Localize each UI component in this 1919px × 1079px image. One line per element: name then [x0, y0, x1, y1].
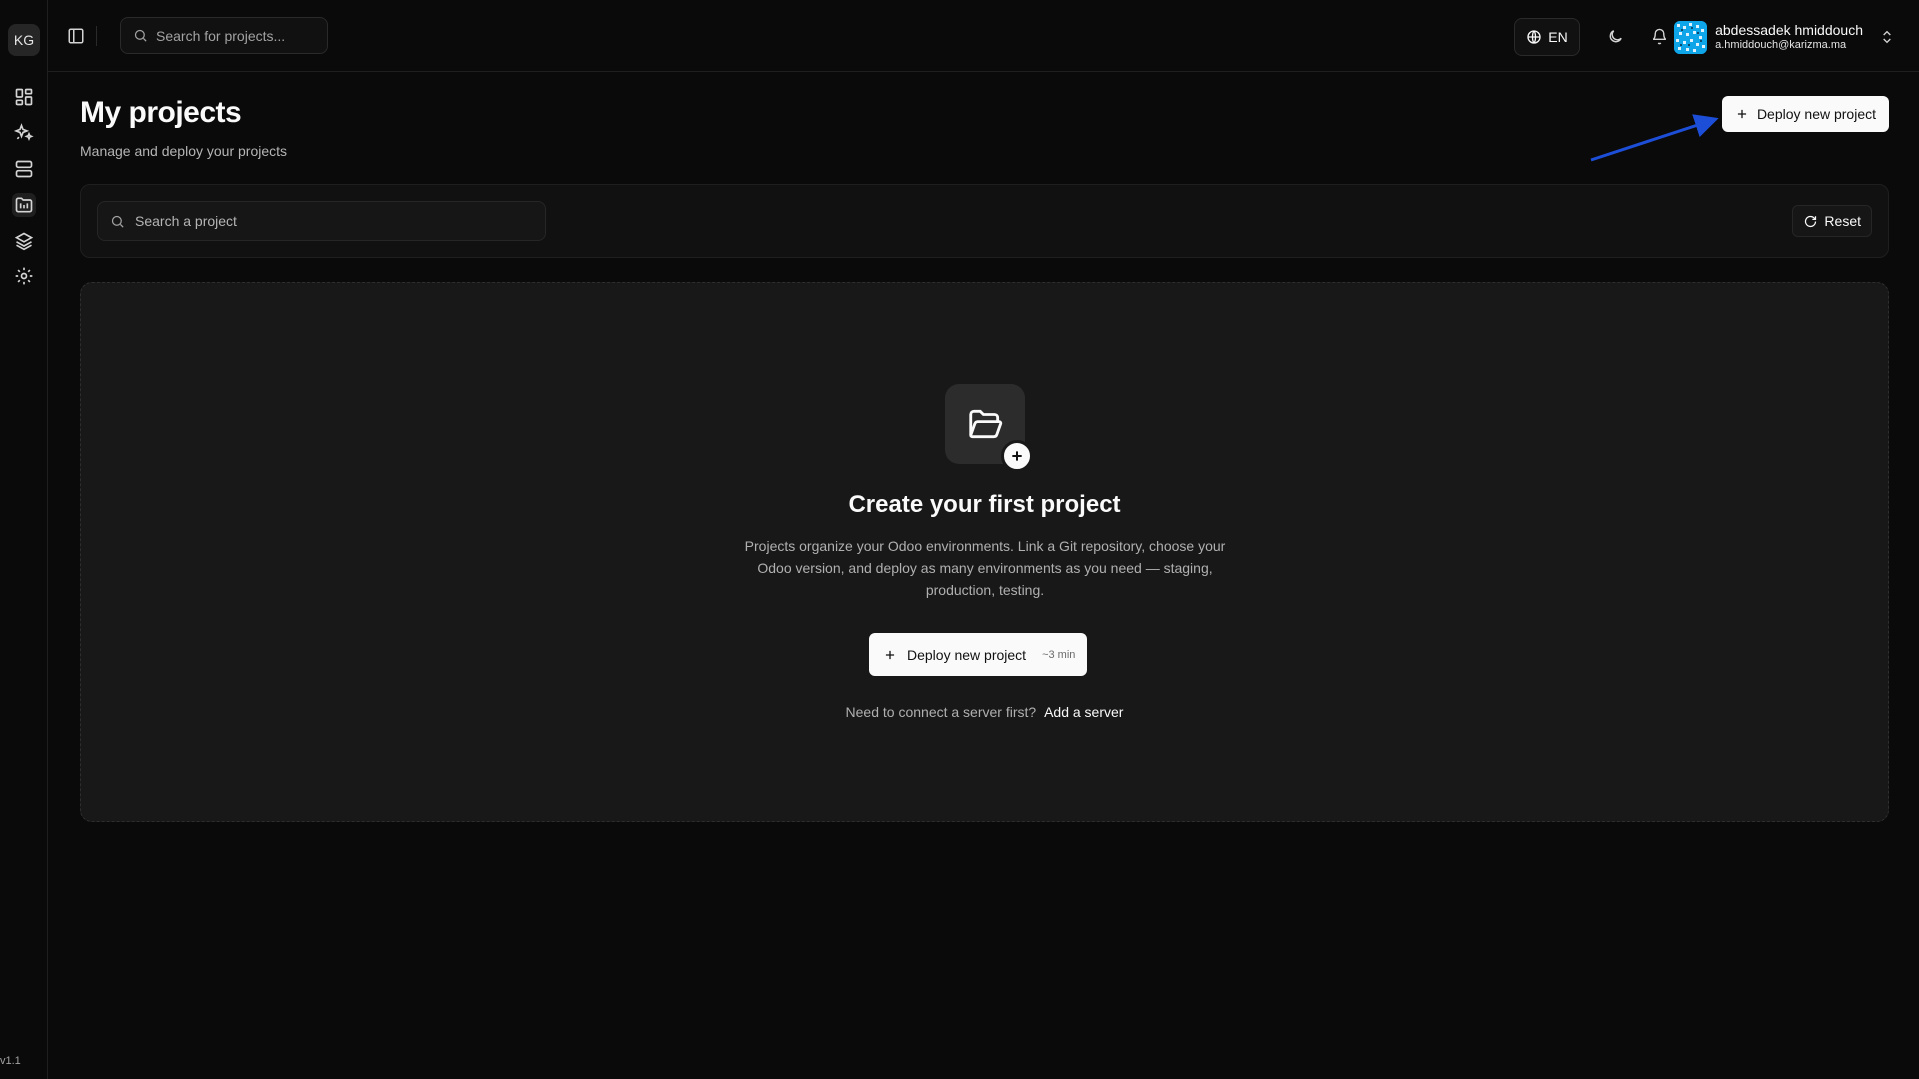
server-prompt-text: Need to connect a server first? — [845, 704, 1037, 720]
deploy-new-project-cta[interactable]: Deploy new project ~3 min — [869, 633, 1088, 676]
plus-icon — [885, 650, 895, 659]
search-icon — [134, 29, 147, 42]
settings-icon[interactable] — [12, 264, 36, 288]
deploy-eta: ~3 min — [1042, 648, 1076, 661]
plus-badge-icon — [1001, 440, 1033, 472]
bell-icon[interactable] — [1647, 24, 1671, 48]
sidebar-toggle-icon[interactable] — [64, 24, 88, 48]
empty-state-title: Create your first project — [848, 491, 1121, 518]
topbar: EN — [48, 0, 1919, 72]
reset-button[interactable]: Reset — [1792, 205, 1872, 237]
user-menu[interactable]: abdessadek hmiddouch a.hmiddouch@karizma… — [1674, 18, 1895, 56]
project-search[interactable] — [97, 201, 546, 241]
globe-icon — [1527, 30, 1541, 44]
moon-icon[interactable] — [1603, 24, 1627, 48]
plus-icon — [1737, 109, 1747, 119]
search-icon — [111, 215, 124, 228]
server-icon[interactable] — [12, 157, 36, 181]
user-name: abdessadek hmiddouch — [1715, 22, 1863, 38]
global-search[interactable] — [120, 17, 328, 54]
language-button[interactable]: EN — [1514, 18, 1580, 56]
add-server-link[interactable]: Add a server — [1044, 704, 1123, 720]
sidebar: KG v1.1 — [0, 0, 48, 1079]
server-prompt: Need to connect a server first? Add a se… — [81, 704, 1888, 720]
user-email: a.hmiddouch@karizma.ma — [1715, 38, 1847, 51]
deploy-button-label: Deploy new project — [1756, 106, 1876, 122]
refresh-icon — [1805, 215, 1817, 227]
app-root: KG v1.1 EN — [0, 0, 1919, 1079]
reset-label: Reset — [1824, 213, 1861, 229]
project-search-input[interactable] — [135, 213, 535, 229]
empty-state: Create your first project Projects organ… — [80, 282, 1889, 822]
page-title: My projects — [80, 96, 242, 129]
chevrons-up-down-icon — [1883, 30, 1891, 44]
dashboard-icon[interactable] — [12, 85, 36, 109]
divider — [96, 26, 97, 46]
filter-bar: Reset — [80, 184, 1889, 258]
projects-icon[interactable] — [12, 193, 36, 217]
annotation-arrow — [1590, 114, 1719, 162]
deploy-new-project-button[interactable]: Deploy new project — [1721, 96, 1889, 132]
language-label: EN — [1548, 29, 1568, 45]
global-search-input[interactable] — [156, 27, 316, 44]
deploy-cta-label: Deploy new project — [907, 646, 1027, 663]
sparkles-icon[interactable] — [12, 121, 36, 145]
workspace-avatar[interactable]: KG — [8, 24, 40, 56]
empty-state-description: Projects organize your Odoo environments… — [744, 538, 1226, 598]
page-subtitle: Manage and deploy your projects — [80, 143, 288, 159]
avatar — [1674, 20, 1708, 54]
layers-icon[interactable] — [12, 229, 36, 253]
app-version: v1.1 — [0, 1055, 21, 1067]
